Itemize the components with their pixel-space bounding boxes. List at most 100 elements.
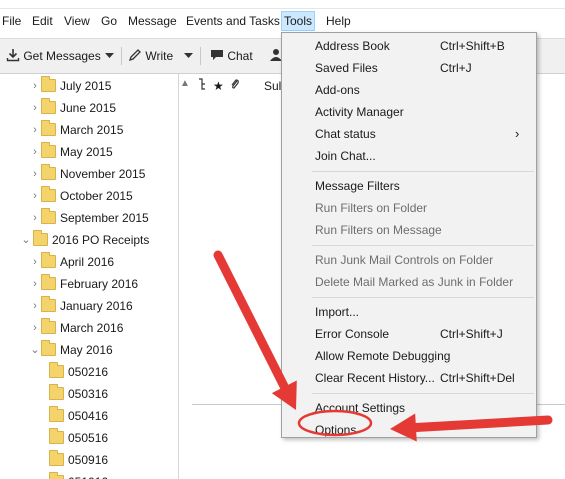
menu-item-run-filters-on-folder[interactable]: Run Filters on Folder	[315, 198, 427, 218]
menu-item-message-filters[interactable]: Message Filters	[315, 176, 400, 196]
folder-item[interactable]: › April 2016	[0, 252, 178, 272]
folder-icon	[41, 120, 56, 136]
chat-button[interactable]: Chat	[210, 47, 253, 65]
folder-item[interactable]: › January 2016	[0, 296, 178, 316]
menu-separator	[312, 171, 534, 172]
menu-item-add-ons[interactable]: Add-ons	[315, 80, 360, 100]
folder-label: 050216	[68, 365, 109, 379]
subject-column-header[interactable]: Sul	[264, 78, 281, 94]
menu-edit[interactable]: Edit	[30, 12, 55, 30]
folder-icon	[41, 274, 56, 290]
chevron-right-icon[interactable]: ›	[29, 318, 41, 338]
menu-view[interactable]: View	[62, 12, 92, 30]
menu-item-chat-status[interactable]: Chat status	[315, 124, 376, 144]
chat-bubble-icon	[211, 50, 223, 60]
menu-item-import[interactable]: Import...	[315, 302, 359, 322]
folder-item[interactable]: › March 2016	[0, 318, 178, 338]
folder-label: November 2015	[60, 167, 146, 181]
menu-shortcut: Ctrl+Shift+B	[440, 39, 505, 53]
window-titlebar	[0, 0, 565, 9]
menu-item-clear-recent-history[interactable]: Clear Recent History...	[315, 368, 435, 388]
menu-file[interactable]: File	[0, 12, 23, 30]
menu-item-address-book[interactable]: Address Book	[315, 36, 390, 56]
chevron-right-icon[interactable]: ›	[29, 252, 41, 272]
menu-item-options[interactable]: Options	[315, 420, 356, 440]
menu-item-error-console[interactable]: Error Console	[315, 324, 389, 344]
menu-help[interactable]: Help	[324, 12, 353, 30]
folder-icon	[49, 450, 64, 466]
menu-item-delete-mail-marked-as-junk-in-folder[interactable]: Delete Mail Marked as Junk in Folder	[315, 272, 513, 292]
menu-events-and-tasks[interactable]: Events and Tasks	[184, 12, 282, 30]
menu-item-run-filters-on-message[interactable]: Run Filters on Message	[315, 220, 442, 240]
folder-item[interactable]: ⌄ 2016 PO Receipts	[0, 230, 178, 250]
download-icon	[6, 49, 20, 62]
chevron-right-icon[interactable]: ›	[29, 142, 41, 162]
menubar: File Edit View Go Message Events and Tas…	[0, 10, 565, 32]
write-button[interactable]: Write	[128, 47, 173, 65]
folder-item[interactable]: › October 2015	[0, 186, 178, 206]
menu-item-allow-remote-debugging[interactable]: Allow Remote Debugging	[315, 346, 450, 366]
folder-label: 2016 PO Receipts	[52, 233, 150, 247]
folder-label: May 2016	[60, 343, 113, 357]
menu-item-run-junk-mail-controls-on-folder[interactable]: Run Junk Mail Controls on Folder	[315, 250, 493, 270]
menu-shortcut: Ctrl+Shift+Del	[440, 371, 515, 385]
dropdown-arrow-icon	[105, 53, 114, 58]
get-messages-label: Get Messages	[23, 49, 101, 63]
folder-label: September 2015	[60, 211, 149, 225]
menu-item-activity-manager[interactable]: Activity Manager	[315, 102, 404, 122]
folder-item[interactable]: ⌄ May 2016	[0, 340, 178, 360]
chevron-down-icon[interactable]: ⌄	[29, 340, 41, 360]
folder-label: June 2015	[60, 101, 117, 115]
folder-item[interactable]: › November 2015	[0, 164, 178, 184]
chevron-right-icon[interactable]: ›	[29, 98, 41, 118]
folder-label: 050516	[68, 431, 109, 445]
menu-item-join-chat[interactable]: Join Chat...	[315, 146, 376, 166]
chevron-right-icon[interactable]: ›	[29, 274, 41, 294]
chevron-right-icon[interactable]: ›	[29, 164, 41, 184]
get-messages-dropdown[interactable]	[105, 47, 114, 65]
toolbar-separator	[121, 47, 122, 65]
menu-separator	[312, 393, 534, 394]
menu-message[interactable]: Message	[126, 12, 179, 30]
star-icon[interactable]: ★	[213, 78, 224, 94]
chevron-right-icon[interactable]: ›	[29, 120, 41, 140]
toolbar-separator	[200, 47, 201, 65]
folder-item[interactable]: › July 2015	[0, 76, 178, 96]
folder-item[interactable]: › March 2015	[0, 120, 178, 140]
folder-item[interactable]: › September 2015	[0, 208, 178, 228]
chevron-down-icon[interactable]: ⌄	[20, 230, 32, 250]
chat-label: Chat	[227, 49, 253, 63]
folder-icon	[49, 384, 64, 400]
chevron-right-icon[interactable]: ›	[29, 186, 41, 206]
menu-tools[interactable]: Tools	[281, 11, 316, 31]
folder-label: April 2016	[60, 255, 115, 269]
tools-menu-dropdown: Address Book Ctrl+Shift+B Saved Files Ctrl+…	[281, 32, 537, 438]
chevron-right-icon[interactable]: ›	[29, 208, 41, 228]
menu-item-saved-files[interactable]: Saved Files	[315, 58, 378, 78]
folder-item[interactable]: 050216	[0, 362, 178, 382]
chevron-right-icon[interactable]: ›	[29, 76, 41, 96]
folder-item[interactable]: › June 2015	[0, 98, 178, 118]
folder-item[interactable]: 050416	[0, 406, 178, 426]
attachment-icon[interactable]	[230, 78, 240, 94]
folder-label: January 2016	[60, 299, 133, 313]
folder-item[interactable]: 051016	[0, 472, 178, 479]
get-messages-button[interactable]: Get Messages	[6, 47, 101, 65]
folder-label: July 2015	[60, 79, 112, 93]
folder-icon	[41, 252, 56, 268]
chevron-right-icon[interactable]: ›	[29, 296, 41, 316]
write-label: Write	[145, 49, 174, 63]
menu-go[interactable]: Go	[99, 12, 119, 30]
folder-icon	[41, 208, 56, 224]
menu-item-account-settings[interactable]: Account Settings	[315, 398, 405, 418]
folder-label: 050916	[68, 453, 109, 467]
scroll-up-arrow-icon[interactable]: ▲	[179, 74, 191, 94]
thread-column-icon[interactable]	[198, 78, 206, 94]
write-dropdown[interactable]	[184, 47, 193, 65]
folder-item[interactable]: › May 2015	[0, 142, 178, 162]
folder-item[interactable]: 050316	[0, 384, 178, 404]
folder-item[interactable]: 050516	[0, 428, 178, 448]
folder-item[interactable]: 050916	[0, 450, 178, 470]
submenu-arrow-icon: ›	[515, 126, 520, 141]
folder-item[interactable]: › February 2016	[0, 274, 178, 294]
